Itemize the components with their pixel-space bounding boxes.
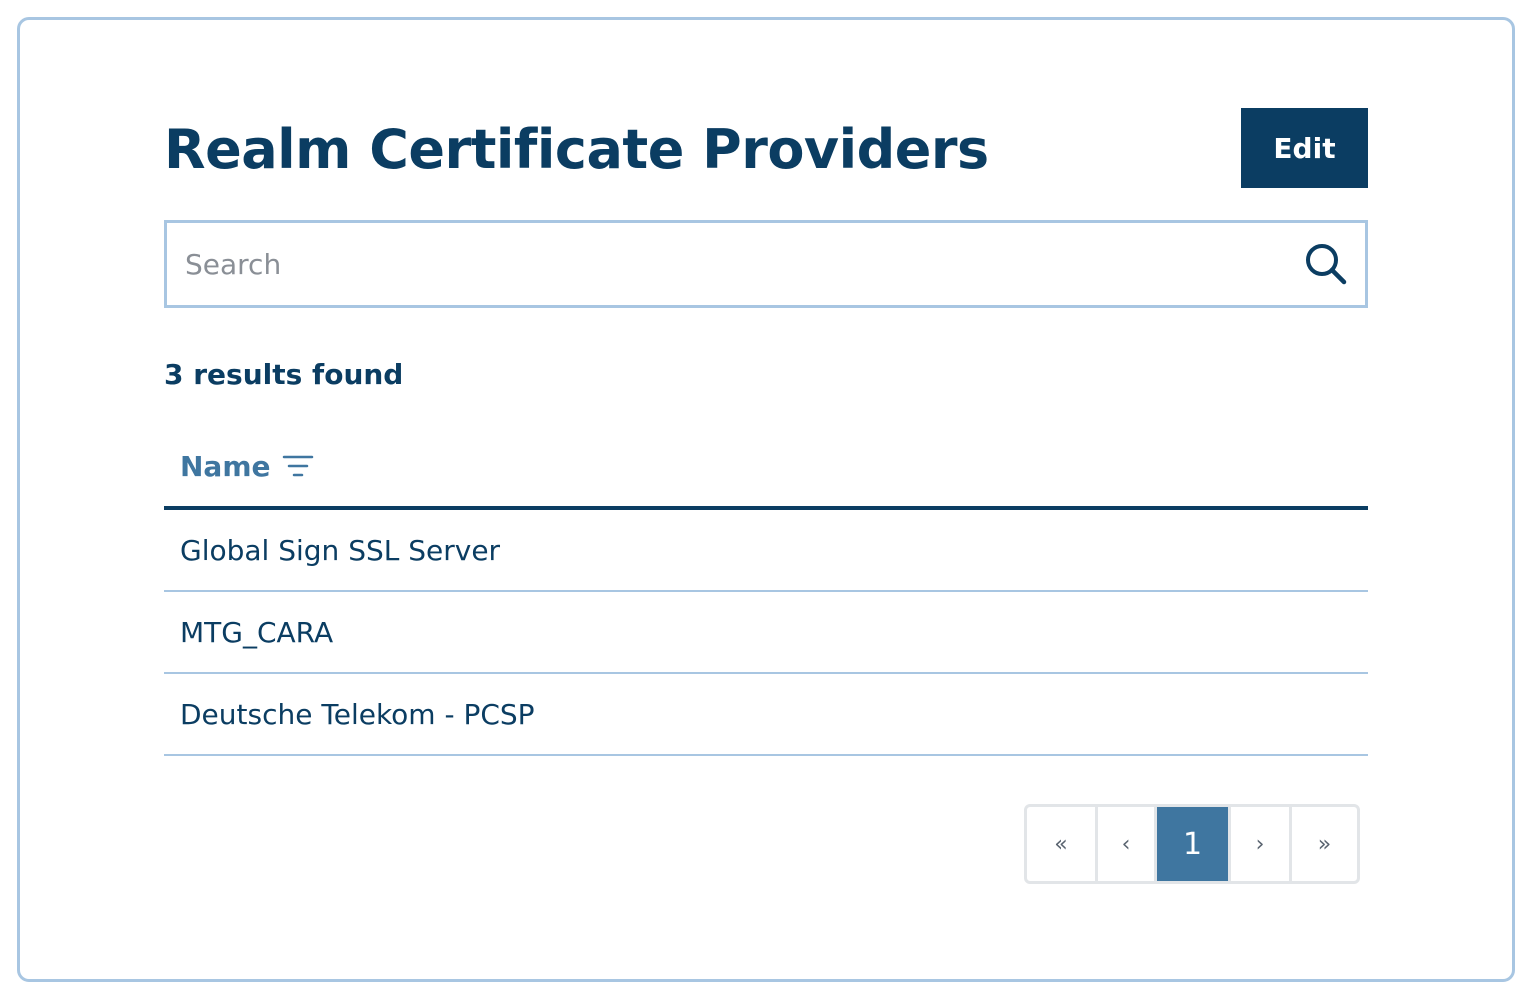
row-name[interactable]: Global Sign SSL Server <box>180 534 500 567</box>
table-row[interactable]: MTG_CARA <box>164 592 1368 674</box>
row-name[interactable]: Deutsche Telekom - PCSP <box>180 698 535 731</box>
prev-page-button[interactable]: ‹ <box>1098 807 1157 881</box>
page-title: Realm Certificate Providers <box>164 118 989 181</box>
table-header: Name <box>164 436 1368 510</box>
pagination: « ‹ 1 › » <box>1024 804 1360 884</box>
first-page-button[interactable]: « <box>1027 807 1098 881</box>
column-header-name[interactable]: Name <box>180 450 271 483</box>
search-icon[interactable] <box>1303 241 1349 287</box>
table-row[interactable]: Global Sign SSL Server <box>164 510 1368 592</box>
row-name[interactable]: MTG_CARA <box>180 616 333 649</box>
last-page-button[interactable]: » <box>1292 807 1357 881</box>
search-box <box>164 220 1368 308</box>
edit-button[interactable]: Edit <box>1241 108 1368 188</box>
page-1-button[interactable]: 1 <box>1157 807 1231 881</box>
search-input[interactable] <box>167 223 1267 305</box>
table-row[interactable]: Deutsche Telekom - PCSP <box>164 674 1368 756</box>
next-page-button[interactable]: › <box>1231 807 1292 881</box>
filter-icon[interactable] <box>282 454 314 478</box>
results-count: 3 results found <box>164 358 404 391</box>
